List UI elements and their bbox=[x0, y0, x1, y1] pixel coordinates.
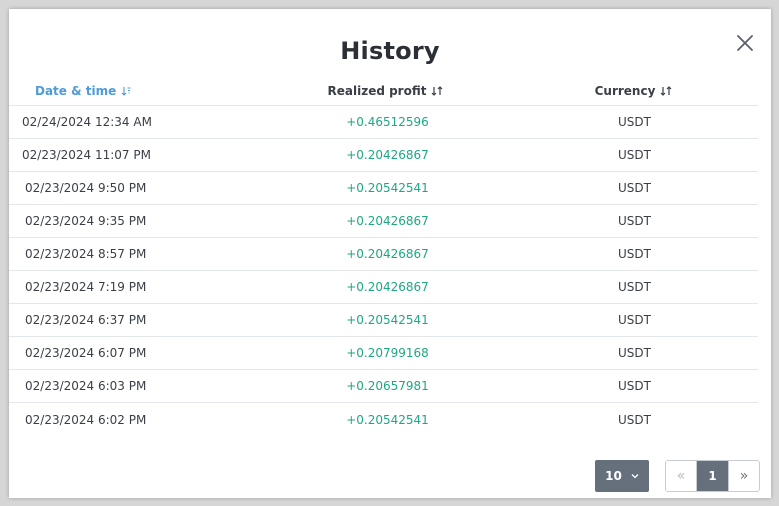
history-modal: History Date & time Realized profit Curr… bbox=[9, 9, 771, 498]
cell-currency: USDT bbox=[618, 313, 651, 327]
header-label: Currency bbox=[594, 83, 656, 98]
header-date-time[interactable]: Date & time bbox=[9, 84, 262, 98]
table-row: 02/23/2024 9:35 PM +0.20426867 USDT bbox=[9, 205, 758, 238]
table-row: 02/23/2024 8:57 PM +0.20426867 USDT bbox=[9, 238, 758, 271]
cell-profit: +0.20542541 bbox=[346, 181, 429, 195]
table-row: 02/23/2024 11:07 PM +0.20426867 USDT bbox=[9, 139, 758, 172]
cell-date: 02/23/2024 6:02 PM bbox=[25, 412, 147, 427]
next-page-button[interactable]: » bbox=[728, 461, 759, 491]
cell-date: 02/23/2024 7:19 PM bbox=[25, 280, 147, 294]
cell-currency: USDT bbox=[618, 412, 651, 427]
cell-currency: USDT bbox=[618, 214, 651, 228]
table-row: 02/23/2024 6:03 PM +0.20657981 USDT bbox=[9, 370, 758, 403]
cell-date: 02/24/2024 12:34 AM bbox=[22, 115, 152, 129]
table-row: 02/23/2024 6:37 PM +0.20542541 USDT bbox=[9, 304, 758, 337]
cell-date: 02/23/2024 6:03 PM bbox=[25, 379, 147, 393]
prev-page-button[interactable]: « bbox=[666, 461, 697, 491]
cell-profit: +0.20426867 bbox=[346, 247, 429, 261]
sort-icon bbox=[431, 85, 443, 96]
cell-profit: +0.20426867 bbox=[346, 148, 429, 162]
cell-date: 02/23/2024 9:35 PM bbox=[25, 214, 147, 228]
header-label: Date & time bbox=[35, 83, 117, 98]
cell-profit: +0.46512596 bbox=[346, 115, 429, 129]
table-row: 02/23/2024 6:07 PM +0.20799168 USDT bbox=[9, 337, 758, 370]
cell-currency: USDT bbox=[618, 247, 651, 261]
close-button[interactable] bbox=[735, 33, 755, 53]
table-body: 02/24/2024 12:34 AM +0.46512596 USDT 02/… bbox=[9, 106, 758, 436]
table-row: 02/23/2024 9:50 PM +0.20542541 USDT bbox=[9, 172, 758, 205]
cell-profit: +0.20426867 bbox=[346, 280, 429, 294]
cell-date: 02/23/2024 6:37 PM bbox=[25, 313, 147, 327]
sort-desc-icon bbox=[121, 86, 131, 96]
cell-date: 02/23/2024 8:57 PM bbox=[25, 247, 147, 261]
table-row: 02/24/2024 12:34 AM +0.46512596 USDT bbox=[9, 106, 758, 139]
cell-profit: +0.20657981 bbox=[346, 379, 429, 393]
cell-profit: +0.20799168 bbox=[346, 346, 429, 360]
cell-currency: USDT bbox=[618, 379, 651, 393]
cell-date: 02/23/2024 9:50 PM bbox=[25, 181, 147, 195]
table-row: 02/23/2024 7:19 PM +0.20426867 USDT bbox=[9, 271, 758, 304]
pagination: « 1 » bbox=[665, 460, 760, 492]
cell-profit: +0.20542541 bbox=[346, 412, 429, 427]
page-button-current[interactable]: 1 bbox=[697, 461, 728, 491]
cell-profit: +0.20426867 bbox=[346, 214, 429, 228]
cell-profit: +0.20542541 bbox=[346, 313, 429, 327]
sort-icon bbox=[660, 85, 672, 96]
cell-currency: USDT bbox=[618, 346, 651, 360]
cell-currency: USDT bbox=[618, 181, 651, 195]
cell-date: 02/23/2024 6:07 PM bbox=[25, 346, 147, 360]
cell-currency: USDT bbox=[618, 115, 651, 129]
history-table: Date & time Realized profit Currency 02/… bbox=[9, 76, 758, 436]
header-label: Realized profit bbox=[327, 83, 427, 98]
table-header: Date & time Realized profit Currency bbox=[9, 76, 758, 106]
chevron-down-icon bbox=[631, 473, 639, 479]
close-icon bbox=[737, 35, 753, 51]
cell-date: 02/23/2024 11:07 PM bbox=[22, 148, 151, 162]
modal-title: History bbox=[340, 37, 440, 65]
cell-currency: USDT bbox=[618, 148, 651, 162]
page-size-select[interactable]: 10 bbox=[595, 460, 649, 492]
table-row: 02/23/2024 6:02 PM +0.20542541 USDT bbox=[9, 403, 758, 436]
header-currency[interactable]: Currency bbox=[509, 84, 758, 98]
header-realized-profit[interactable]: Realized profit bbox=[262, 84, 509, 98]
cell-currency: USDT bbox=[618, 280, 651, 294]
page-size-value: 10 bbox=[605, 469, 622, 483]
